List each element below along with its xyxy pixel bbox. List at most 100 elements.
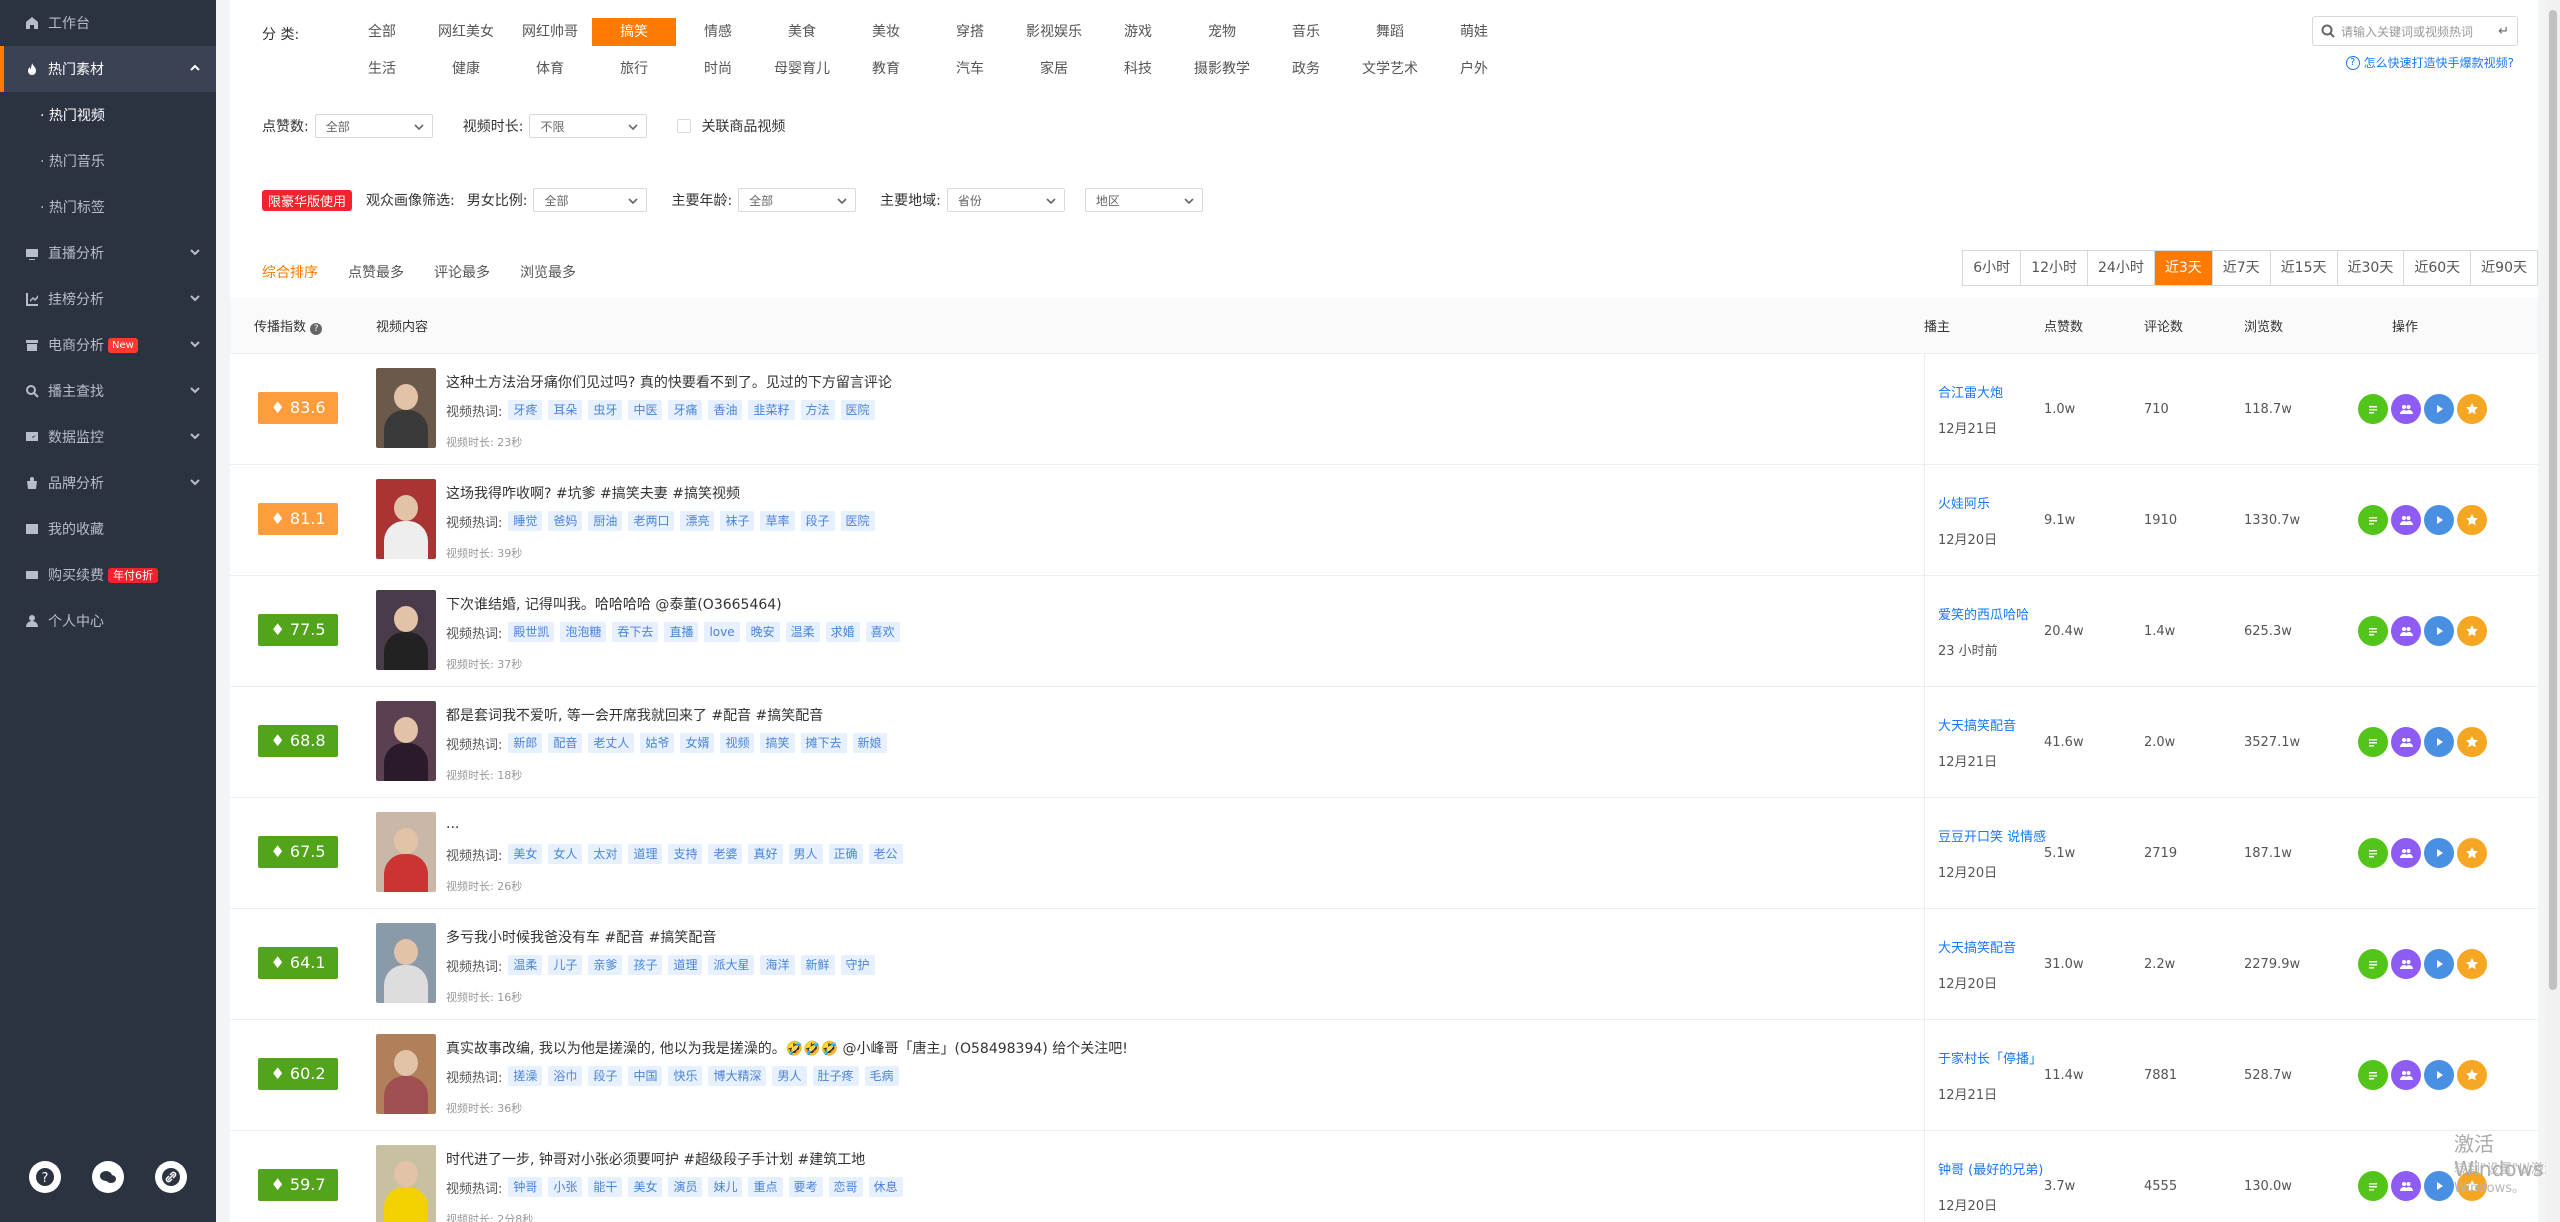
hot-tag[interactable]: 钟哥 xyxy=(508,1177,543,1197)
category-25[interactable]: 政务 xyxy=(1264,55,1348,83)
video-title[interactable]: 真实故事改编, 我以为他是搓澡的, 他以为我是搓澡的。🤣🤣🤣 @小峰哥「唐主」(… xyxy=(446,1038,1128,1058)
detail-button[interactable] xyxy=(2358,838,2388,868)
audience-button[interactable] xyxy=(2391,1171,2421,1201)
hot-tag[interactable]: 方法 xyxy=(800,400,835,420)
page-scrollbar[interactable] xyxy=(2546,0,2560,1222)
help-link[interactable]: ? 怎么快速打造快手爆款视频? xyxy=(2345,54,2514,71)
gender-select[interactable]: 全部 xyxy=(533,188,648,212)
category-8[interactable]: 影视娱乐 xyxy=(1012,18,1096,46)
hot-tag[interactable]: 段子 xyxy=(800,511,835,531)
category-20[interactable]: 教育 xyxy=(844,55,928,83)
hot-tag[interactable]: 快乐 xyxy=(668,1066,703,1086)
play-button[interactable] xyxy=(2424,505,2454,535)
category-16[interactable]: 体育 xyxy=(508,55,592,83)
hot-tag[interactable]: 演员 xyxy=(668,1177,703,1197)
category-6[interactable]: 美妆 xyxy=(844,18,928,46)
hot-tag[interactable]: 配音 xyxy=(548,733,583,753)
hot-tag[interactable]: 能干 xyxy=(588,1177,623,1197)
detail-button[interactable] xyxy=(2358,616,2388,646)
favorite-button[interactable] xyxy=(2457,505,2487,535)
hot-tag[interactable]: 守护 xyxy=(840,955,875,975)
video-thumbnail[interactable] xyxy=(376,1145,436,1222)
hot-tag[interactable]: 搞笑 xyxy=(760,733,795,753)
category-17[interactable]: 旅行 xyxy=(592,55,676,83)
hot-tag[interactable]: 中医 xyxy=(628,400,663,420)
author-link[interactable]: 爱笑的西瓜哈哈 xyxy=(1938,606,2048,626)
detail-button[interactable] xyxy=(2358,1060,2388,1090)
hot-tag[interactable]: 厨油 xyxy=(588,511,623,531)
hot-tag[interactable]: 肚子疼 xyxy=(812,1066,859,1086)
hot-tag[interactable]: 温柔 xyxy=(508,955,543,975)
favorite-button[interactable] xyxy=(2457,949,2487,979)
hot-tag[interactable]: 牙疼 xyxy=(508,400,543,420)
time-tab-3[interactable]: 近3天 xyxy=(2153,251,2212,285)
hot-tag[interactable]: 视频 xyxy=(720,733,755,753)
hot-tag[interactable]: 美女 xyxy=(508,844,543,864)
province-select[interactable]: 省份 xyxy=(946,188,1065,212)
play-button[interactable] xyxy=(2424,394,2454,424)
likes-select[interactable]: 全部 xyxy=(314,114,433,138)
favorite-button[interactable] xyxy=(2457,616,2487,646)
wechat-button[interactable] xyxy=(91,1161,124,1193)
info-icon[interactable]: ? xyxy=(310,323,323,335)
area-select[interactable]: 地区 xyxy=(1084,188,1203,212)
scrollbar-thumb[interactable] xyxy=(2549,10,2557,990)
hot-tag[interactable]: 耳朵 xyxy=(548,400,583,420)
hot-tag[interactable]: 毛病 xyxy=(864,1066,899,1086)
detail-button[interactable] xyxy=(2358,505,2388,535)
sidebar-item-7[interactable]: 品牌分析 xyxy=(0,460,216,506)
category-15[interactable]: 健康 xyxy=(424,55,508,83)
hot-tag[interactable]: 美女 xyxy=(628,1177,663,1197)
hot-tag[interactable]: 海洋 xyxy=(760,955,795,975)
video-title[interactable]: 下次谁结婚, 记得叫我。哈哈哈哈 @泰董(O3665464) xyxy=(446,594,782,614)
audience-button[interactable] xyxy=(2391,727,2421,757)
time-tab-8[interactable]: 近90天 xyxy=(2470,251,2537,285)
video-title[interactable]: 多亏我小时候我爸没有车 #配音 #搞笑配音 xyxy=(446,927,716,947)
hot-tag[interactable]: 恋哥 xyxy=(828,1177,863,1197)
category-2[interactable]: 网红帅哥 xyxy=(508,18,592,46)
hot-tag[interactable]: 孩子 xyxy=(628,955,663,975)
hot-tag[interactable]: 殿世凯 xyxy=(508,622,555,642)
video-thumbnail[interactable] xyxy=(376,812,436,892)
hot-tag[interactable]: 浴巾 xyxy=(548,1066,583,1086)
sidebar-item-10[interactable]: 个人中心 xyxy=(0,598,216,644)
category-22[interactable]: 家居 xyxy=(1012,55,1096,83)
hot-tag[interactable]: 虫牙 xyxy=(588,400,623,420)
author-link[interactable]: 火娃阿乐 xyxy=(1938,495,2048,515)
video-title[interactable]: ... xyxy=(446,816,459,832)
category-9[interactable]: 游戏 xyxy=(1096,18,1180,46)
detail-button[interactable] xyxy=(2358,1171,2388,1201)
hot-tag[interactable]: 摊下去 xyxy=(800,733,847,753)
category-10[interactable]: 宠物 xyxy=(1180,18,1264,46)
play-button[interactable] xyxy=(2424,1171,2454,1201)
category-5[interactable]: 美食 xyxy=(760,18,844,46)
hot-tag[interactable]: 医院 xyxy=(840,511,875,531)
play-button[interactable] xyxy=(2424,949,2454,979)
play-button[interactable] xyxy=(2424,1060,2454,1090)
audience-button[interactable] xyxy=(2391,394,2421,424)
sidebar-subitem-0[interactable]: · 热门视频 xyxy=(0,92,216,138)
category-0[interactable]: 全部 xyxy=(340,18,424,46)
hot-tag[interactable]: 温柔 xyxy=(785,622,820,642)
audience-button[interactable] xyxy=(2391,616,2421,646)
link-button[interactable] xyxy=(154,1161,187,1193)
sidebar-item-0[interactable]: 工作台 xyxy=(0,0,216,46)
play-button[interactable] xyxy=(2424,727,2454,757)
hot-tag[interactable]: 喜欢 xyxy=(865,622,900,642)
hot-tag[interactable]: 女婿 xyxy=(680,733,715,753)
enter-icon[interactable]: ↵ xyxy=(2498,24,2509,39)
favorite-button[interactable] xyxy=(2457,838,2487,868)
category-7[interactable]: 穿搭 xyxy=(928,18,1012,46)
author-link[interactable]: 合江雷大炮 xyxy=(1938,384,2048,404)
time-tab-6[interactable]: 近30天 xyxy=(2336,251,2404,285)
author-link[interactable]: 大天搞笑配音 xyxy=(1938,939,2048,959)
hot-tag[interactable]: 老两口 xyxy=(628,511,675,531)
author-link[interactable]: 于家村长「停播」 xyxy=(1938,1050,2048,1070)
video-thumbnail[interactable] xyxy=(376,479,436,559)
hot-tag[interactable]: 儿子 xyxy=(548,955,583,975)
video-title[interactable]: 这场我得咋收啊? #坑爹 #搞笑夫妻 #搞笑视频 xyxy=(446,483,740,503)
help-button[interactable]: ? xyxy=(29,1161,62,1193)
video-thumbnail[interactable] xyxy=(376,701,436,781)
favorite-button[interactable] xyxy=(2457,394,2487,424)
category-4[interactable]: 情感 xyxy=(676,18,760,46)
